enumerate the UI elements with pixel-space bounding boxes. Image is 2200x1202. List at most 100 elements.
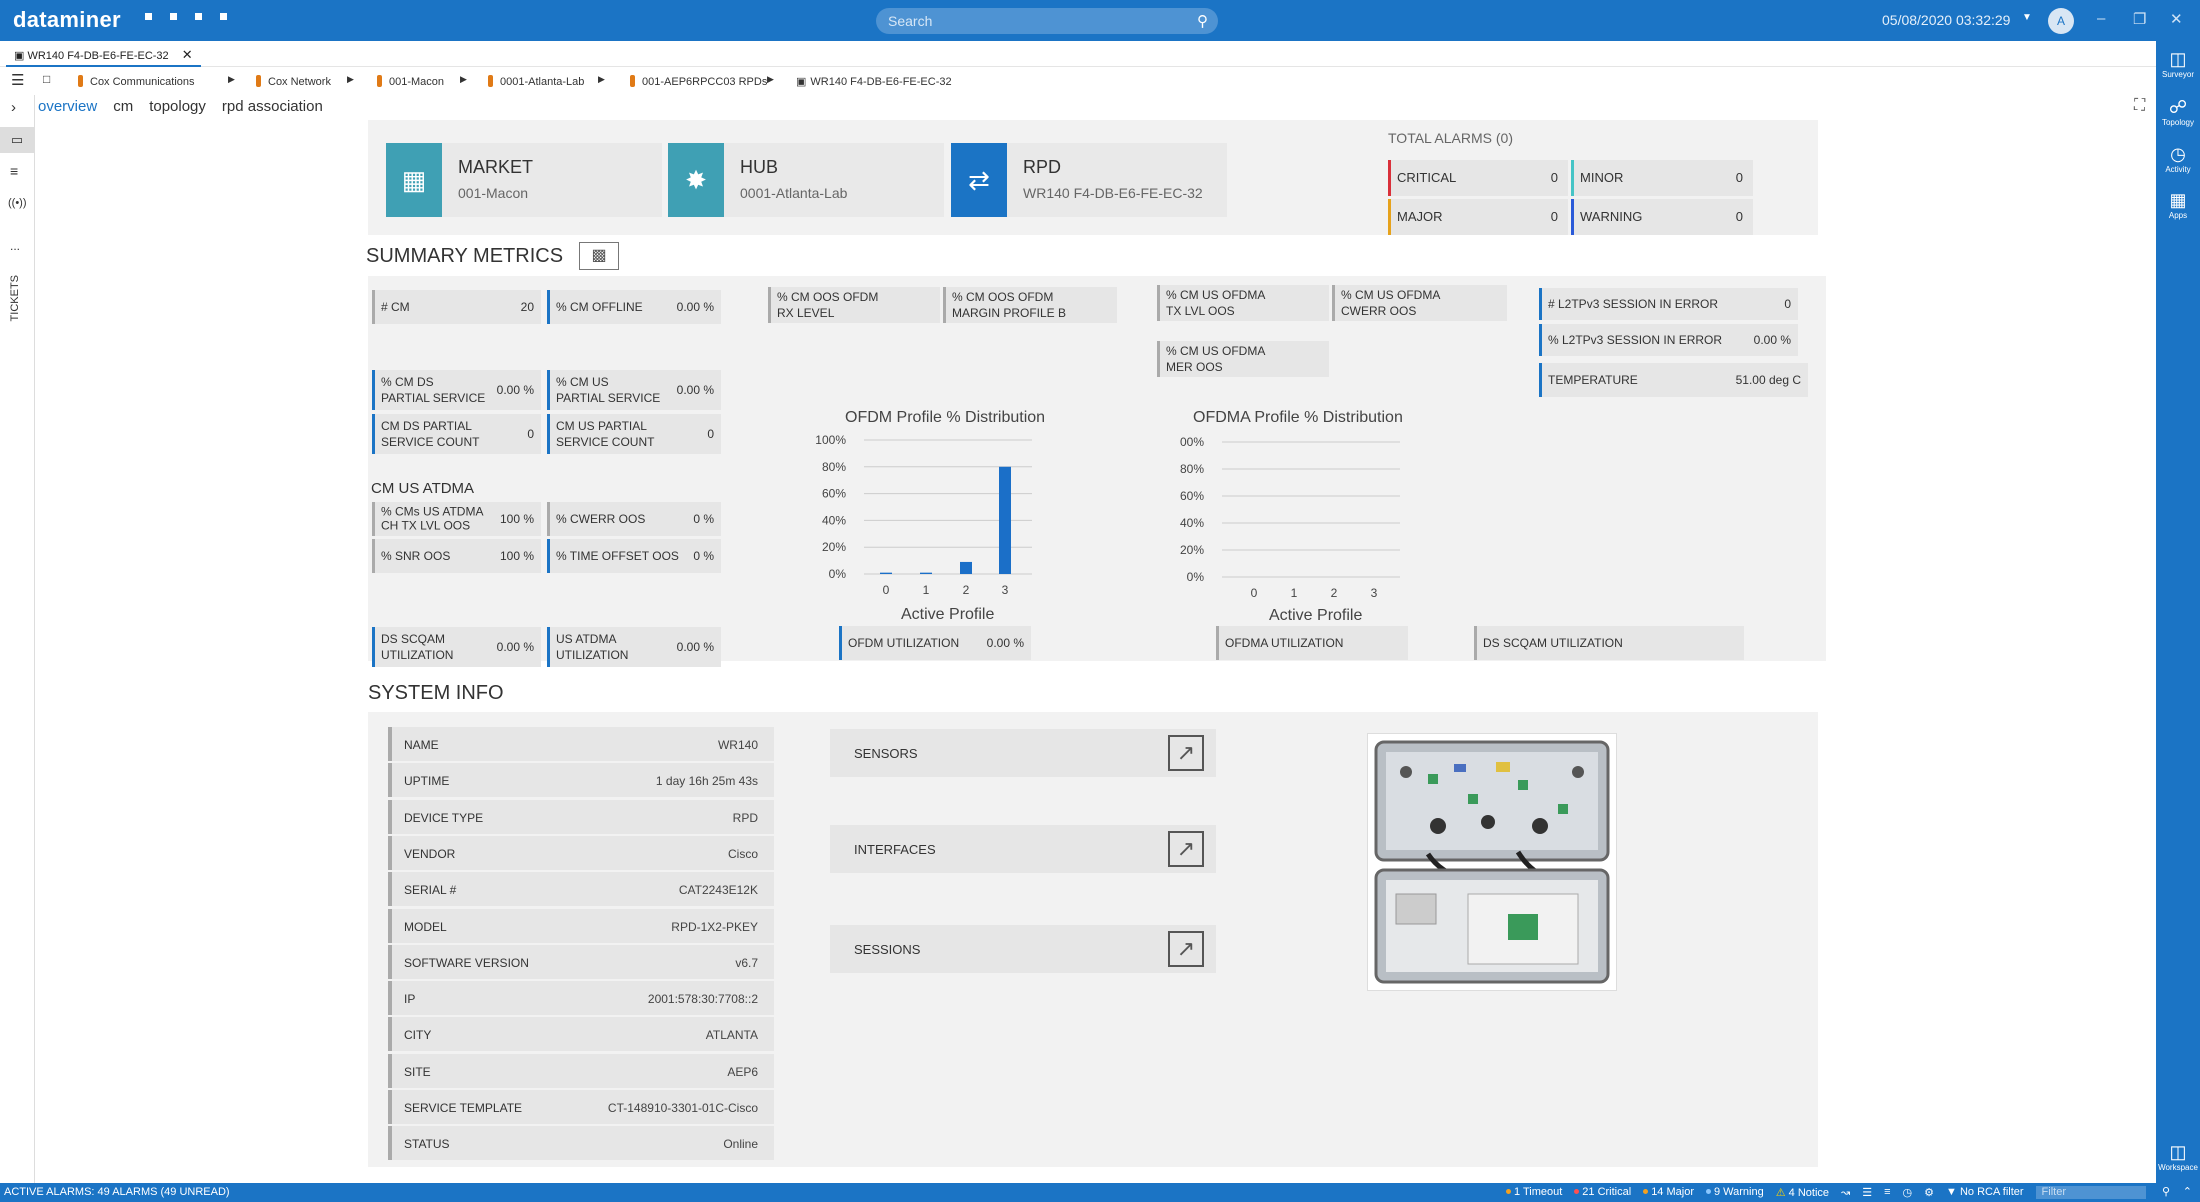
bar-0 [880,572,892,574]
rpd-label: RPD [1023,157,1062,177]
info-row: SOFTWARE VERSION v6.7 [388,944,774,979]
broadcast-icon[interactable]: ((•)) [8,197,27,209]
metric-ofdma-mer: % CM US OFDMA MER OOS [1157,341,1329,377]
bar-1 [920,572,932,574]
open-external-icon[interactable]: ↗ [1168,931,1204,967]
info-value: RPD [732,810,758,825]
y-tick-label: 60% [1180,489,1204,503]
metric-l2tp-error-count: # L2TPv3 SESSION IN ERROR 0 [1539,288,1798,320]
search-icon[interactable]: ⚲ [1197,12,1208,30]
info-value: 1 day 16h 25m 43s [655,774,758,789]
page-icon[interactable]: □ [43,72,50,86]
tab-topology[interactable]: topology [149,98,206,115]
fullscreen-icon[interactable]: ⛶ [2134,97,2145,115]
hub-icon: ✸ [668,143,724,217]
hub-card[interactable]: ✸ HUB 0001-Atlanta-Lab [668,143,944,217]
metric-cwerr-oos: % CWERR OOS 0 % [547,502,721,536]
metric-ofdma-cwerr: % CM US OFDMA CWERR OOS [1332,285,1507,321]
metric-ds-scqam-util-2: DS SCQAM UTILIZATION [1474,626,1744,660]
chart-view-icon[interactable]: ↝ [1841,1186,1850,1199]
breadcrumb-item[interactable]: 001-Macon [377,75,444,88]
minor-alarm-box[interactable]: MINOR 0 [1571,160,1753,196]
breadcrumb-item[interactable]: 0001-Atlanta-Lab [488,75,584,88]
close-window-icon[interactable]: ✕ [2170,10,2183,28]
breadcrumb-arrow-icon[interactable]: ▶ [460,74,467,85]
workspace-button[interactable]: ◫ Workspace [2156,1142,2200,1172]
more-icon[interactable]: ... [10,239,20,253]
metric-cm-us-partial: % CM US PARTIAL SERVICE 0.00 % [547,370,721,410]
search-icon[interactable]: ⚲ [2162,1185,2170,1198]
breadcrumb-arrow-icon[interactable]: ▶ [598,74,605,85]
breadcrumb-item[interactable]: Cox Network [256,75,331,88]
major-alarm-box[interactable]: MAJOR 0 [1388,199,1568,235]
critical-count[interactable]: 21 Critical [1574,1186,1631,1199]
top-bar: dataminer Search ⚲ 05/08/2020 03:32:29 ▼… [0,0,2200,41]
settings-icon[interactable]: ⚙ [1924,1186,1934,1199]
warning-alarm-box[interactable]: WARNING 0 [1571,199,1753,235]
sensors-link[interactable]: SENSORS ↗ [830,729,1216,777]
info-value: CAT2243E12K [678,883,758,898]
list-view-icon[interactable]: ☰ [1862,1186,1872,1199]
expand-chevron-icon[interactable]: › [11,99,16,116]
rca-filter[interactable]: ▼ No RCA filter [1946,1186,2024,1199]
breadcrumb-item[interactable]: ▣ WR140 F4-DB-E6-FE-EC-32 [796,75,952,88]
chevron-up-icon[interactable]: ⌃ [2183,1185,2192,1198]
notice-count[interactable]: ⚠ 4 Notice [1776,1186,1829,1199]
x-tick-label: 2 [963,583,970,597]
hub-value: 0001-Atlanta-Lab [740,185,848,201]
info-row: UPTIME 1 day 16h 25m 43s [388,763,774,798]
hamburger-icon[interactable]: ☰ [11,71,24,89]
summary-chart-icon[interactable]: ▩ [579,242,619,270]
breadcrumb-arrow-icon[interactable]: ▶ [767,74,774,85]
topology-button[interactable]: ☍ Topology [2156,97,2200,127]
y-tick-label: 0% [829,567,847,581]
info-label: MODEL [404,919,447,934]
surveyor-button[interactable]: ◫ Surveyor [2156,49,2200,79]
open-external-icon[interactable]: ↗ [1168,735,1204,771]
clock-icon[interactable]: ◷ [1903,1186,1913,1199]
breadcrumb-arrow-icon[interactable]: ▶ [347,74,354,85]
datetime-dropdown-icon[interactable]: ▼ [2022,12,2032,23]
card-side-nav: › ▭ ≡ ((•)) ... TICKETS [0,95,35,1183]
cm-us-atdma-title: CM US ATDMA [371,480,475,497]
tab-overview[interactable]: overview [38,98,97,115]
search-input[interactable]: Search ⚲ [876,8,1218,34]
tab-rpd-card[interactable]: ▣ WR140 F4-DB-E6-FE-EC-32 ✕ [6,43,201,67]
metric-cm-ds-partial-count: CM DS PARTIAL SERVICE COUNT 0 [372,414,541,454]
tab-rpd-association[interactable]: rpd association [222,98,323,115]
warning-count[interactable]: 9 Warning [1705,1186,1764,1199]
open-external-icon[interactable]: ↗ [1168,831,1204,867]
breadcrumb-item[interactable]: Cox Communications [78,75,195,88]
interfaces-link[interactable]: INTERFACES ↗ [830,825,1216,873]
timeout-count[interactable]: 1 Timeout [1505,1186,1562,1199]
app-menu-dots[interactable] [145,13,227,20]
critical-alarm-box[interactable]: CRITICAL 0 [1388,160,1568,196]
rpd-card[interactable]: ⇄ RPD WR140 F4-DB-E6-FE-EC-32 [951,143,1227,217]
info-label: VENDOR [404,846,456,861]
monitor-icon[interactable]: ▭ [0,127,34,153]
tickets-tab[interactable]: TICKETS [9,275,21,321]
y-tick-label: 40% [822,513,846,527]
market-card[interactable]: ▦ MARKET 001-Macon [386,143,662,217]
filter-input[interactable]: Filter [2035,1186,2146,1199]
tab-cm[interactable]: cm [113,98,133,115]
apps-button[interactable]: ▦ Apps [2156,190,2200,220]
close-tab-icon[interactable]: ✕ [182,47,193,62]
avatar[interactable]: A [2048,8,2074,34]
info-row: SERVICE TEMPLATE CT-148910-3301-01C-Cisco [388,1090,774,1124]
activity-button[interactable]: ◷ Activity [2156,144,2200,174]
bar-2 [960,561,972,574]
sliders-icon[interactable]: ≡ [10,163,18,179]
app-logo[interactable]: dataminer [13,7,121,33]
minimize-icon[interactable]: – [2097,10,2105,27]
info-label: UPTIME [404,774,450,789]
sort-icon[interactable]: ≡ [1884,1186,1890,1199]
warning-triangle-icon: ⚠ [1775,1187,1786,1199]
sessions-link[interactable]: SESSIONS ↗ [830,925,1216,973]
restore-icon[interactable]: ❐ [2133,10,2146,28]
info-value: RPD-1X2-PKEY [671,919,758,934]
breadcrumb-item[interactable]: 001-AEP6RPCC03 RPDs [630,75,767,88]
active-alarms-summary[interactable]: ACTIVE ALARMS: 49 ALARMS (49 UNREAD) [4,1186,230,1198]
major-count[interactable]: 14 Major [1643,1186,1694,1199]
breadcrumb-arrow-icon[interactable]: ▶ [228,74,235,85]
